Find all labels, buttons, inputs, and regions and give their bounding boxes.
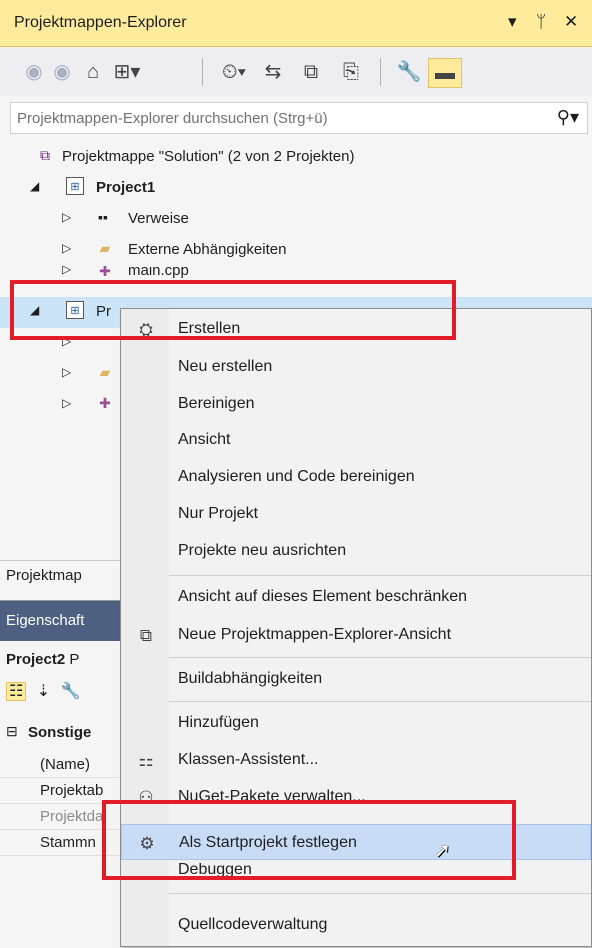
forward-icon[interactable]: ◉: [50, 58, 74, 86]
properties-wrench-icon[interactable]: 🔧: [396, 58, 422, 86]
menu-item-ansicht[interactable]: Ansicht: [121, 422, 591, 458]
sync-icon[interactable]: ⇆: [260, 58, 286, 86]
alphabetical-icon[interactable]: ⇣: [37, 683, 50, 700]
menu-item-buildabhaengigkeiten[interactable]: Buildabhängigkeiten: [121, 661, 591, 697]
tree-item-label: Externe Abhängigkeiten: [128, 241, 287, 258]
collapsed-arrow-icon[interactable]: ▷: [62, 210, 71, 224]
folder-icon: ▰: [99, 364, 111, 380]
menu-item-label: Ansicht auf dieses Element beschränken: [178, 588, 468, 605]
solution-explorer-titlebar: Projektmappen-Explorer ▾ ᛘ ✕: [0, 0, 592, 47]
menu-item-nur-projekt[interactable]: Nur Projekt: [121, 496, 591, 532]
menu-item-quellcodeverwaltung[interactable]: Quellcodeverwaltung: [121, 907, 591, 943]
menu-item-hinzufuegen[interactable]: Hinzufügen: [121, 705, 591, 741]
collapsed-arrow-icon[interactable]: ▷: [62, 396, 71, 410]
property-label: Projektab: [40, 782, 104, 799]
dropdown-icon[interactable]: ▾: [508, 12, 517, 32]
home-icon[interactable]: ⌂: [80, 58, 106, 86]
preview-selected-icon[interactable]: ▬: [428, 58, 462, 88]
properties-toolbar: ☷ ⇣ 🔧: [6, 681, 81, 701]
menu-item-label: Projekte neu ausrichten: [178, 542, 347, 559]
collapse-icon[interactable]: ⊟: [6, 723, 18, 740]
references-icon: ▪▪: [98, 209, 108, 225]
property-label: (Name): [40, 756, 91, 773]
wrench-icon[interactable]: 🔧: [61, 683, 81, 700]
mouse-cursor-icon: ➚: [434, 840, 451, 862]
panel-title: Projektmappen-Explorer: [14, 14, 187, 31]
close-icon[interactable]: ✕: [564, 12, 578, 32]
back-icon[interactable]: ◉: [22, 58, 46, 86]
menu-item-label: Analysieren und Code bereinigen: [178, 468, 415, 485]
highlight-box-startprojekt: [102, 800, 516, 880]
properties-object-selector[interactable]: Project2 P: [6, 651, 79, 668]
search-icon[interactable]: ⚲▾: [557, 107, 579, 128]
menu-item-label: Klassen-Assistent...: [178, 751, 319, 768]
properties-object-name: Project2: [6, 651, 66, 668]
show-all-files-icon[interactable]: ⎘: [338, 58, 364, 86]
tree-item-verweise[interactable]: ▷ ▪▪ Verweise: [0, 204, 592, 235]
menu-item-label: Buildabhängigkeiten: [178, 670, 323, 687]
property-label: Stammn: [40, 834, 96, 851]
menu-item-label: Hinzufügen: [178, 714, 259, 731]
collapsed-arrow-icon[interactable]: ▷: [62, 266, 71, 276]
toolbar-divider: [380, 58, 381, 86]
highlight-box-erstellen: [10, 280, 456, 340]
menu-item-label: Neue Projektmappen-Explorer-Ansicht: [178, 626, 452, 643]
menu-item-label: Bereinigen: [178, 395, 255, 412]
properties-object-type: P: [69, 651, 80, 668]
tree-item-project1[interactable]: ◢ ⊞ Project1: [0, 173, 592, 204]
tree-item-label: Project1: [96, 179, 156, 196]
new-view-icon: ⧉: [139, 626, 153, 645]
folder-icon: ▰: [99, 240, 111, 256]
tree-item-externe[interactable]: ▷ ▰ Externe Abhängigkeiten: [0, 235, 592, 266]
menu-item-label: Nur Projekt: [178, 505, 259, 522]
pending-changes-icon[interactable]: ⏲▾: [214, 58, 254, 86]
properties-title: Eigenschaft: [6, 612, 85, 629]
menu-item-label: Neu erstellen: [178, 358, 273, 375]
tree-item-solution[interactable]: ⧉ Projektmappe "Solution" (2 von 2 Proje…: [0, 142, 592, 173]
collapse-all-icon[interactable]: ⧉: [298, 58, 324, 86]
tree-item-label: main.cpp: [128, 266, 189, 279]
tree-item-label: Projektmappe "Solution" (2 von 2 Projekt…: [62, 148, 355, 165]
solution-icon: ⧉: [40, 147, 50, 163]
menu-item-label: Ansicht: [178, 431, 231, 448]
menu-item-klassen-assistent[interactable]: ⚏ Klassen-Assistent...: [121, 742, 591, 778]
search-placeholder: Projektmappen-Explorer durchsuchen (Strg…: [17, 110, 328, 127]
category-label: Sonstige: [28, 724, 92, 741]
switch-views-icon[interactable]: ⊞▾: [112, 58, 142, 86]
categorized-icon[interactable]: ☷: [6, 682, 27, 701]
toolbar-divider: [202, 58, 203, 86]
property-label: Projektda: [40, 808, 104, 825]
collapsed-arrow-icon[interactable]: ▷: [62, 365, 71, 379]
menu-item-neue-ansicht[interactable]: ⧉ Neue Projektmappen-Explorer-Ansicht: [121, 617, 591, 653]
pin-icon[interactable]: ᛘ: [536, 12, 546, 32]
menu-item-label: Quellcodeverwaltung: [178, 916, 328, 933]
cpp-file-icon: ✚: [99, 266, 111, 279]
cpp-file-icon: ✚: [99, 395, 111, 411]
bottom-tab-label: Projektmap: [6, 567, 82, 584]
menu-separator: [169, 657, 591, 658]
menu-separator: [169, 701, 591, 702]
menu-item-neu-erstellen[interactable]: Neu erstellen: [121, 349, 591, 385]
class-wizard-icon: ⚏: [138, 751, 154, 770]
menu-separator: [169, 575, 591, 576]
tree-item-label: Verweise: [128, 210, 189, 227]
menu-item-analysieren[interactable]: Analysieren und Code bereinigen: [121, 459, 591, 495]
menu-item-bereinigen[interactable]: Bereinigen: [121, 386, 591, 422]
explorer-toolbar: ◉ ◉ ⌂ ⊞▾ ⏲▾ ⇆ ⧉ ⎘ 🔧 ▬: [0, 48, 592, 96]
expanded-arrow-icon[interactable]: ◢: [30, 179, 39, 193]
menu-item-beschraenken[interactable]: Ansicht auf dieses Element beschränken: [121, 579, 591, 615]
menu-separator: [169, 893, 591, 894]
search-input[interactable]: Projektmappen-Explorer durchsuchen (Strg…: [10, 102, 588, 134]
project-icon: ⊞: [66, 177, 84, 195]
collapsed-arrow-icon[interactable]: ▷: [62, 241, 71, 255]
menu-item-neu-ausrichten[interactable]: Projekte neu ausrichten: [121, 533, 591, 569]
